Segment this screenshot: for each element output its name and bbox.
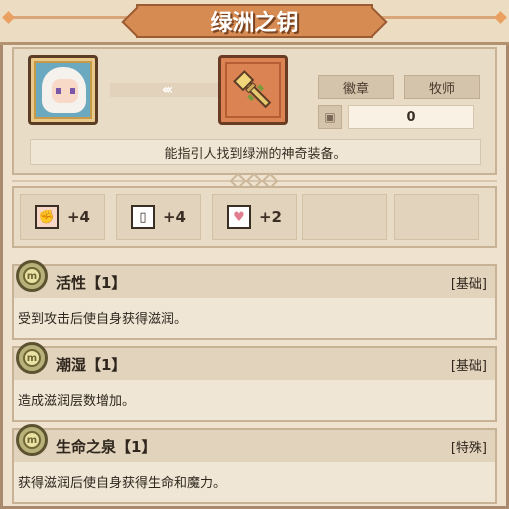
title-text: 绿洲之钥 [210, 11, 299, 36]
count-value: 0 [348, 105, 474, 129]
corner-diamond-icon [494, 11, 507, 24]
key-staff-icon [233, 70, 272, 109]
stack-icon: ▣ [318, 105, 342, 129]
stat-slot-empty [394, 194, 479, 240]
title-decoration-right [371, 16, 501, 19]
tag-class: 牧师 [404, 75, 480, 99]
arrow-indicator: ‹‹‹ [110, 82, 222, 98]
skill-name: 活性【1】 [56, 274, 127, 292]
fist-icon: ✊ [34, 205, 59, 229]
skill-coin-icon: m [16, 260, 48, 292]
skill-description: 获得滋润后使自身获得生命和魔力。 [18, 476, 227, 491]
stat-intellect-value: +4 [162, 208, 186, 226]
portrait-background [34, 61, 92, 119]
skill-coin-icon: m [16, 342, 48, 374]
item-description: 能指引人找到绿洲的神奇装备。 [30, 139, 481, 165]
skill-coin-icon: m [16, 424, 48, 456]
skill-type: [基础] [450, 359, 487, 374]
stat-vitality-value: +2 [258, 208, 282, 226]
skill-name: 生命之泉【1】 [56, 438, 157, 456]
skill-name: 潮湿【1】 [56, 356, 127, 374]
title-bar: 绿洲之钥 [0, 0, 509, 45]
portrait-eye-right [70, 88, 75, 94]
stat-slot-empty [302, 194, 387, 240]
tag-class-label: 牧师 [428, 81, 455, 97]
stat-intellect: ▯ +4 [116, 194, 201, 240]
tag-badge-label: 徽章 [342, 81, 369, 97]
book-icon: ▯ [130, 205, 155, 229]
tag-badge: 徽章 [318, 75, 394, 99]
skill-type: [基础] [450, 277, 487, 292]
skill-type: [特殊] [450, 441, 487, 456]
title-decoration-left [8, 16, 138, 19]
item-icon-frame [225, 62, 281, 118]
corner-diamond-icon [2, 11, 15, 24]
skill-card[interactable]: m 活性【1】 [基础] 受到攻击后使自身获得滋润。 [12, 260, 497, 340]
character-portrait[interactable] [28, 55, 98, 125]
skill-description: 造成滋润层数增加。 [18, 394, 136, 409]
item-icon[interactable] [218, 55, 288, 125]
skill-card[interactable]: m 潮湿【1】 [基础] 造成滋润层数增加。 [12, 342, 497, 422]
skill-description: 受到攻击后使自身获得滋润。 [18, 312, 188, 327]
item-description-text: 能指引人找到绿洲的神奇装备。 [164, 146, 347, 162]
count-field: ▣ 0 [318, 105, 480, 129]
stat-strength-value: +4 [66, 208, 90, 226]
skill-card[interactable]: m 生命之泉【1】 [特殊] 获得滋润后使自身获得生命和魔力。 [12, 424, 497, 504]
stat-vitality: ♥ +2 [212, 194, 297, 240]
arrows-text: ‹‹‹ [161, 82, 173, 98]
stats-panel: ✊ +4 ▯ +4 ♥ +2 [12, 186, 497, 248]
heart-icon: ♥ [226, 205, 251, 229]
stat-strength: ✊ +4 [20, 194, 105, 240]
page-title: 绿洲之钥 [136, 4, 373, 38]
item-info-panel: ‹‹‹ 徽章 牧师 ▣ 0 能指引人找到绿洲的神奇装备。 [12, 47, 497, 175]
portrait-eye-left [56, 88, 61, 94]
